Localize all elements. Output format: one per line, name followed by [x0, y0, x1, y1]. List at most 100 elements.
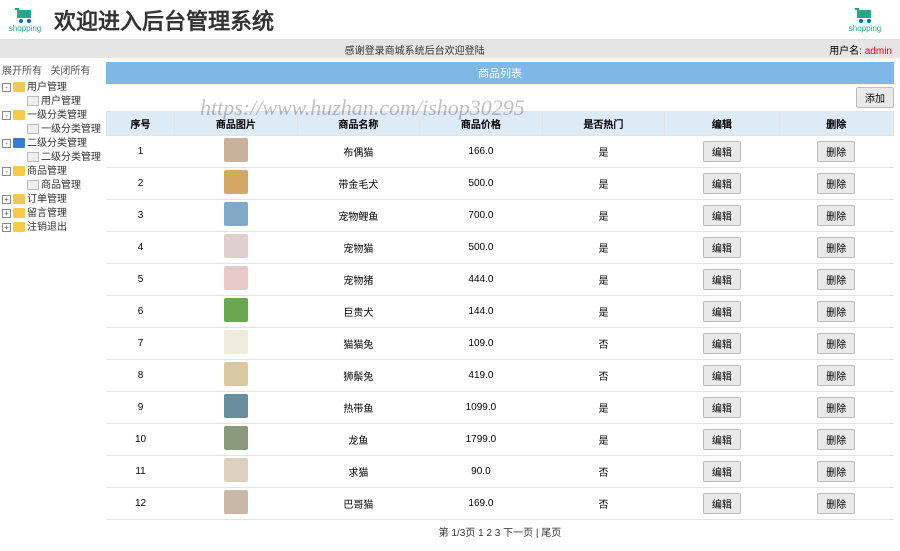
file-icon: [27, 180, 39, 190]
pager[interactable]: 第 1/3页 1 2 3 下一页 | 尾页: [106, 520, 894, 543]
add-button[interactable]: 添加: [856, 87, 894, 108]
edit-button[interactable]: 编辑: [703, 365, 741, 386]
edit-button[interactable]: 编辑: [703, 237, 741, 258]
tree-label: 商品管理: [27, 166, 67, 177]
cell-image: [175, 200, 298, 232]
subheader: 感谢登录商城系统后台欢迎登陆 用户名: admin: [0, 40, 900, 58]
edit-button[interactable]: 编辑: [703, 429, 741, 450]
cell-image: [175, 456, 298, 488]
cell-price: 700.0: [420, 200, 543, 232]
edit-button[interactable]: 编辑: [703, 205, 741, 226]
cell-price: 166.0: [420, 136, 543, 168]
tree-toggle-icon[interactable]: -: [2, 111, 11, 120]
cell-name: 宠物猪: [297, 264, 420, 296]
cell-hot: 是: [542, 168, 665, 200]
delete-button[interactable]: 删除: [817, 493, 855, 514]
column-header: 序号: [107, 112, 175, 136]
expand-all-link[interactable]: 展开所有: [2, 66, 42, 77]
cell-price: 1099.0: [420, 392, 543, 424]
edit-button[interactable]: 编辑: [703, 461, 741, 482]
tree-node[interactable]: - 商品管理: [2, 165, 98, 179]
panel-title: 商品列表: [106, 62, 894, 84]
tree-label: 商品管理: [41, 180, 81, 191]
tree-toggle-icon[interactable]: -: [2, 167, 11, 176]
tree-toggle-icon[interactable]: +: [2, 223, 11, 232]
cell-price: 419.0: [420, 360, 543, 392]
cell-index: 1: [107, 136, 175, 168]
folder-icon: [13, 194, 25, 204]
page-title: 欢迎进入后台管理系统: [54, 4, 274, 36]
tree-label: 用户管理: [27, 82, 67, 93]
product-thumbnail: [224, 330, 248, 354]
folder-icon: [13, 138, 25, 148]
tree-toggle-icon[interactable]: -: [2, 139, 11, 148]
edit-button[interactable]: 编辑: [703, 493, 741, 514]
delete-button[interactable]: 删除: [817, 461, 855, 482]
cell-index: 6: [107, 296, 175, 328]
edit-button[interactable]: 编辑: [703, 173, 741, 194]
cell-name: 宠物猫: [297, 232, 420, 264]
tree-label: 二级分类管理: [27, 138, 87, 149]
logo-right: shopping: [840, 6, 890, 33]
tree-node[interactable]: 用户管理: [2, 95, 98, 109]
tree-node[interactable]: 一级分类管理: [2, 123, 98, 137]
cell-name: 带金毛犬: [297, 168, 420, 200]
edit-button[interactable]: 编辑: [703, 333, 741, 354]
delete-button[interactable]: 删除: [817, 141, 855, 162]
tree-toggle-icon[interactable]: -: [2, 83, 11, 92]
table-row: 5宠物猪444.0是编辑删除: [107, 264, 894, 296]
user-label: 用户名:: [829, 46, 862, 57]
file-icon: [27, 152, 39, 162]
column-header: 商品名称: [297, 112, 420, 136]
delete-button[interactable]: 删除: [817, 173, 855, 194]
cell-name: 龙鱼: [297, 424, 420, 456]
cell-name: 宠物鲤鱼: [297, 200, 420, 232]
collapse-all-link[interactable]: 关闭所有: [50, 66, 90, 77]
tree-toggle-icon[interactable]: +: [2, 195, 11, 204]
table-row: 2带金毛犬500.0是编辑删除: [107, 168, 894, 200]
cell-price: 1799.0: [420, 424, 543, 456]
cell-hot: 是: [542, 392, 665, 424]
cell-hot: 否: [542, 456, 665, 488]
tree-label: 留言管理: [27, 208, 67, 219]
tree-node[interactable]: +注销退出: [2, 221, 98, 235]
cell-index: 9: [107, 392, 175, 424]
edit-button[interactable]: 编辑: [703, 397, 741, 418]
edit-button[interactable]: 编辑: [703, 301, 741, 322]
delete-button[interactable]: 删除: [817, 269, 855, 290]
user-value: admin: [865, 46, 892, 57]
delete-button[interactable]: 删除: [817, 205, 855, 226]
cell-index: 3: [107, 200, 175, 232]
tree-node[interactable]: + 留言管理: [2, 207, 98, 221]
header: shopping 欢迎进入后台管理系统 shopping: [0, 0, 900, 40]
product-thumbnail: [224, 490, 248, 514]
table-row: 3宠物鲤鱼700.0是编辑删除: [107, 200, 894, 232]
tree-node[interactable]: 二级分类管理: [2, 151, 98, 165]
cell-name: 求猫: [297, 456, 420, 488]
tree-node[interactable]: +订单管理: [2, 193, 98, 207]
delete-button[interactable]: 删除: [817, 237, 855, 258]
cell-image: [175, 488, 298, 520]
tree-node[interactable]: 商品管理: [2, 179, 98, 193]
cell-image: [175, 136, 298, 168]
delete-button[interactable]: 删除: [817, 397, 855, 418]
delete-button[interactable]: 删除: [817, 301, 855, 322]
delete-button[interactable]: 删除: [817, 333, 855, 354]
delete-button[interactable]: 删除: [817, 429, 855, 450]
column-header: 商品图片: [175, 112, 298, 136]
edit-button[interactable]: 编辑: [703, 269, 741, 290]
delete-button[interactable]: 删除: [817, 365, 855, 386]
main-content: 商品列表 添加 序号商品图片商品名称商品价格是否热门编辑删除 1布偶猫166.0…: [100, 58, 900, 551]
tree-toggle-icon[interactable]: +: [2, 209, 11, 218]
tree-node[interactable]: -一级分类管理: [2, 109, 98, 123]
column-header: 删除: [779, 112, 893, 136]
tree-node[interactable]: - 二级分类管理: [2, 137, 98, 151]
folder-icon: [13, 222, 25, 232]
cell-hot: 否: [542, 328, 665, 360]
cell-index: 11: [107, 456, 175, 488]
tree-node[interactable]: - 用户管理: [2, 81, 98, 95]
folder-icon: [13, 166, 25, 176]
table-row: 11求猫90.0否编辑删除: [107, 456, 894, 488]
table-row: 10龙鱼1799.0是编辑删除: [107, 424, 894, 456]
edit-button[interactable]: 编辑: [703, 141, 741, 162]
